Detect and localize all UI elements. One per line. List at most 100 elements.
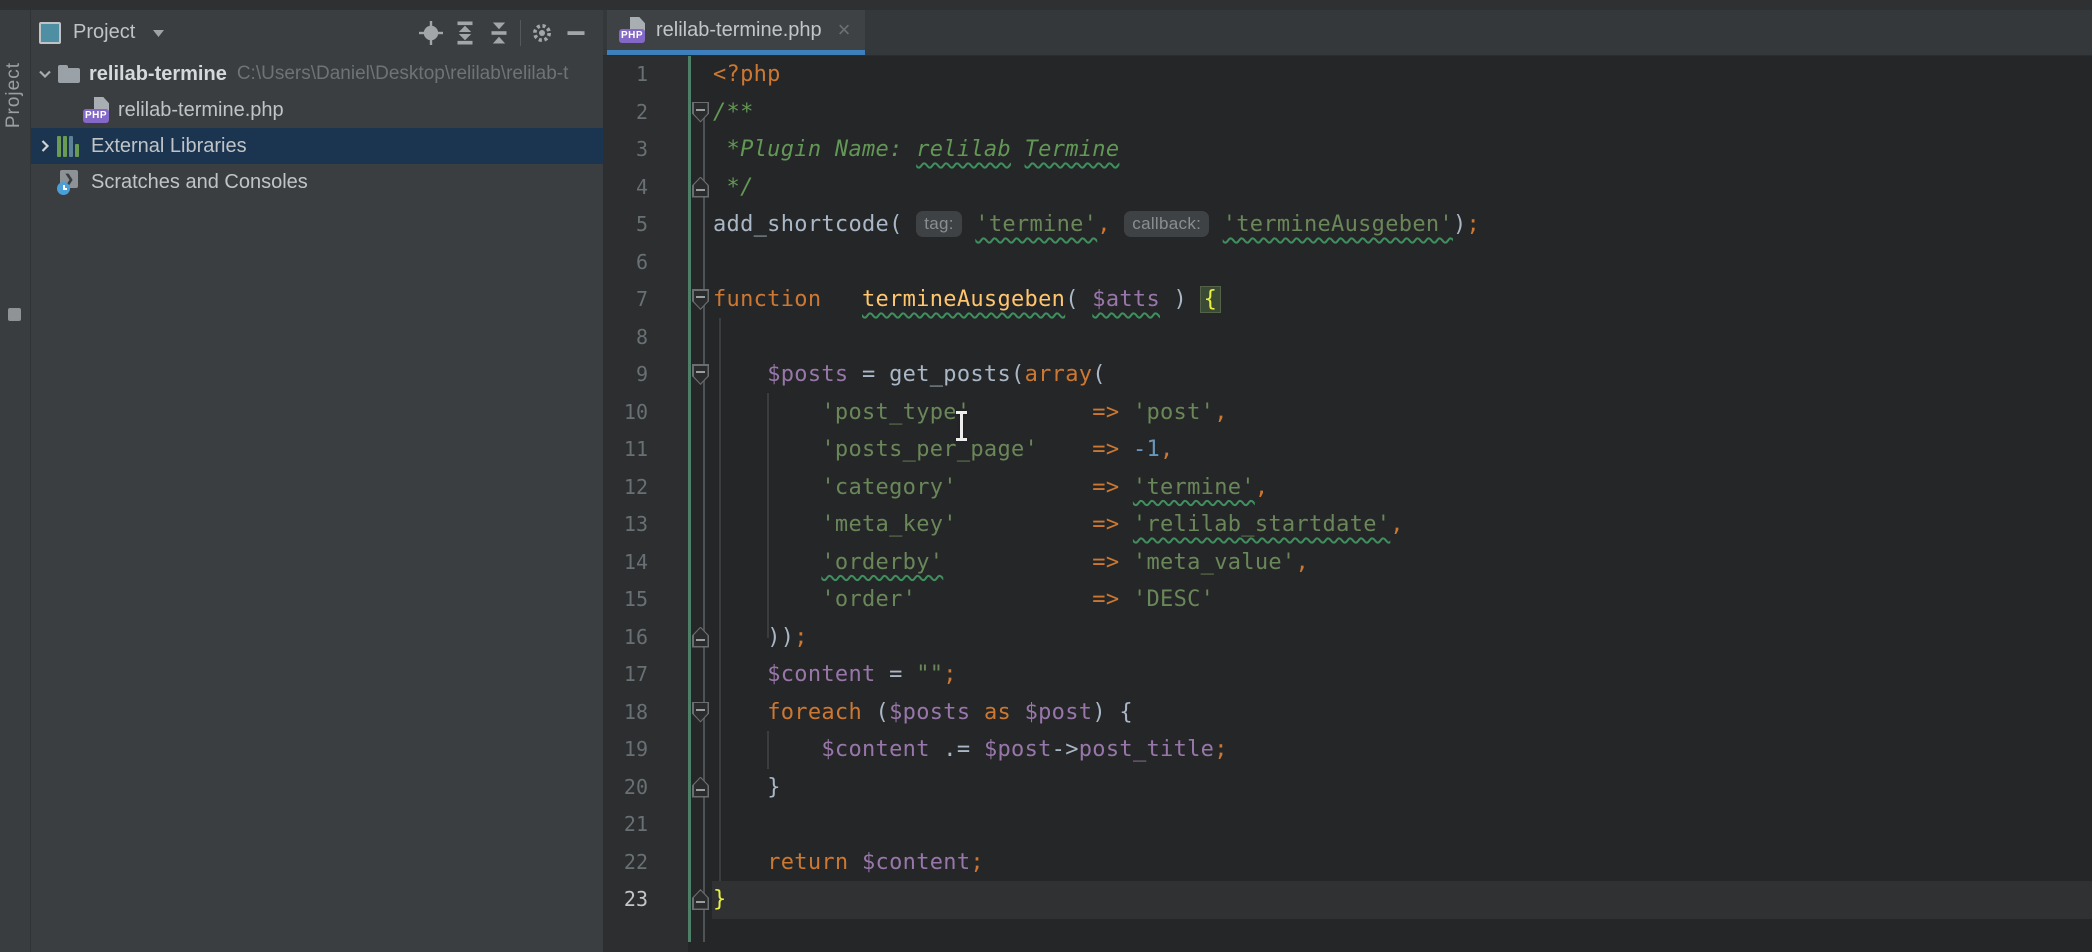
fold-column	[648, 431, 713, 469]
toolbar-separator	[520, 20, 521, 46]
fold-marker-up-icon[interactable]	[692, 889, 709, 910]
tree-label: External Libraries	[91, 135, 247, 158]
stripe-tool-icon[interactable]	[8, 308, 21, 321]
code-text: function termineAusgeben( $atts ) {	[713, 281, 1220, 319]
hide-panel-icon[interactable]	[559, 16, 593, 50]
code-text: 'order' => 'DESC'	[713, 581, 1214, 619]
code-line-9: 9 $posts = get_posts(array(	[603, 356, 2092, 394]
fold-column	[648, 469, 713, 507]
code-line-13: 13 'meta_key' => 'relilab_startdate',	[603, 506, 2092, 544]
expand-all-icon[interactable]	[448, 16, 482, 50]
fold-marker-up-icon[interactable]	[692, 627, 709, 648]
tree-row-root-folder[interactable]: relilab-termine C:\Users\Daniel\Desktop\r…	[31, 56, 603, 92]
collapse-all-icon[interactable]	[482, 16, 516, 50]
fold-column	[648, 731, 713, 769]
tab-bar: PHP relilab-termine.php ×	[603, 10, 2092, 56]
tree-path: C:\Users\Daniel\Desktop\relilab\relilab-…	[237, 63, 569, 85]
fold-marker-down-icon[interactable]	[692, 702, 709, 723]
fold-column	[648, 244, 713, 282]
panel-toolbar	[414, 16, 593, 50]
fold-marker-down-icon[interactable]	[692, 364, 709, 385]
fold-column	[648, 881, 713, 919]
tab-close-icon[interactable]: ×	[838, 20, 851, 40]
line-number: 3	[603, 131, 648, 169]
line-number: 14	[603, 544, 648, 582]
code-text: */	[713, 169, 754, 207]
stripe-project-button[interactable]: Project	[3, 62, 25, 128]
fold-marker-down-icon[interactable]	[692, 289, 709, 310]
fold-column	[648, 94, 713, 132]
code-line-8: 8	[603, 319, 2092, 357]
fold-column	[648, 769, 713, 807]
code-line-17: 17 $content = "";	[603, 656, 2092, 694]
fold-column	[648, 394, 713, 432]
code-line-12: 12 'category' => 'termine',	[603, 469, 2092, 507]
line-number: 22	[603, 844, 648, 882]
code-line-11: 11 'posts_per_page' => -1,	[603, 431, 2092, 469]
project-view-icon	[39, 22, 61, 44]
fold-column	[648, 806, 713, 844]
line-number: 19	[603, 731, 648, 769]
code-text: $posts = get_posts(array(	[713, 356, 1106, 394]
tree-label: Scratches and Consoles	[91, 171, 308, 194]
tab-relilab-termine-php[interactable]: PHP relilab-termine.php ×	[607, 10, 865, 55]
mouse-ibeam-cursor	[955, 411, 968, 441]
code-text: 'meta_key' => 'relilab_startdate',	[713, 506, 1404, 544]
line-number: 13	[603, 506, 648, 544]
code-line-16: 16 ));	[603, 619, 2092, 657]
chevron-down-icon[interactable]	[33, 65, 57, 83]
line-number: 1	[603, 56, 648, 94]
line-number: 15	[603, 581, 648, 619]
code-line-5: 5add_shortcode( tag: 'termine', callback…	[603, 206, 2092, 244]
line-number: 8	[603, 319, 648, 357]
line-number: 17	[603, 656, 648, 694]
settings-gear-icon[interactable]	[525, 16, 559, 50]
locate-icon[interactable]	[414, 16, 448, 50]
tree-row-php-file[interactable]: PHPrelilab-termine.php	[31, 92, 603, 128]
php-file-icon: PHP	[619, 17, 646, 43]
dropdown-caret-icon[interactable]	[151, 26, 166, 40]
editor-area: PHP relilab-termine.php × 1<?php2/**3 *P…	[603, 10, 2092, 952]
code-editor[interactable]: 1<?php2/**3 *Plugin Name: relilab Termin…	[603, 56, 2092, 952]
project-panel-title: Project	[73, 21, 135, 44]
code-text: *Plugin Name: relilab Termine	[713, 131, 1119, 169]
fold-column	[648, 544, 713, 582]
line-number: 5	[603, 206, 648, 244]
scratches-icon: ❯	[57, 169, 83, 195]
code-text: }	[713, 769, 781, 807]
line-number: 23	[603, 881, 648, 919]
line-number: 18	[603, 694, 648, 732]
code-line-19: 19 $content .= $post->post_title;	[603, 731, 2092, 769]
line-number: 12	[603, 469, 648, 507]
line-number: 6	[603, 244, 648, 282]
code-text: return $content;	[713, 844, 984, 882]
fold-marker-up-icon[interactable]	[692, 777, 709, 798]
line-number: 2	[603, 94, 648, 132]
code-line-20: 20 }	[603, 769, 2092, 807]
code-text: }	[713, 881, 727, 919]
code-text: 'category' => 'termine',	[713, 469, 1268, 507]
libraries-icon	[57, 135, 83, 157]
line-number: 11	[603, 431, 648, 469]
code-text: 'posts_per_page' => -1,	[713, 431, 1174, 469]
tree-row-scratches[interactable]: ❯ Scratches and Consoles	[31, 164, 603, 200]
code-line-6: 6	[603, 244, 2092, 282]
code-line-21: 21	[603, 806, 2092, 844]
fold-marker-down-icon[interactable]	[692, 102, 709, 123]
tree-row-external-libraries[interactable]: External Libraries	[31, 128, 603, 164]
fold-marker-up-icon[interactable]	[692, 177, 709, 198]
code-text: 'orderby' => 'meta_value',	[713, 544, 1309, 582]
tree-label: relilab-termine.php	[118, 99, 284, 122]
code-line-23: 23}	[603, 881, 2092, 919]
code-line-22: 22 return $content;	[603, 844, 2092, 882]
code-line-4: 4 */	[603, 169, 2092, 207]
fold-column	[648, 56, 713, 94]
code-line-15: 15 'order' => 'DESC'	[603, 581, 2092, 619]
fold-column	[648, 619, 713, 657]
tree-label: relilab-termine	[89, 63, 227, 86]
code-line-7: 7function termineAusgeben( $atts ) {	[603, 281, 2092, 319]
code-line-2: 2/**	[603, 94, 2092, 132]
fold-column	[648, 356, 713, 394]
code-line-3: 3 *Plugin Name: relilab Termine	[603, 131, 2092, 169]
chevron-right-icon[interactable]	[33, 137, 57, 155]
